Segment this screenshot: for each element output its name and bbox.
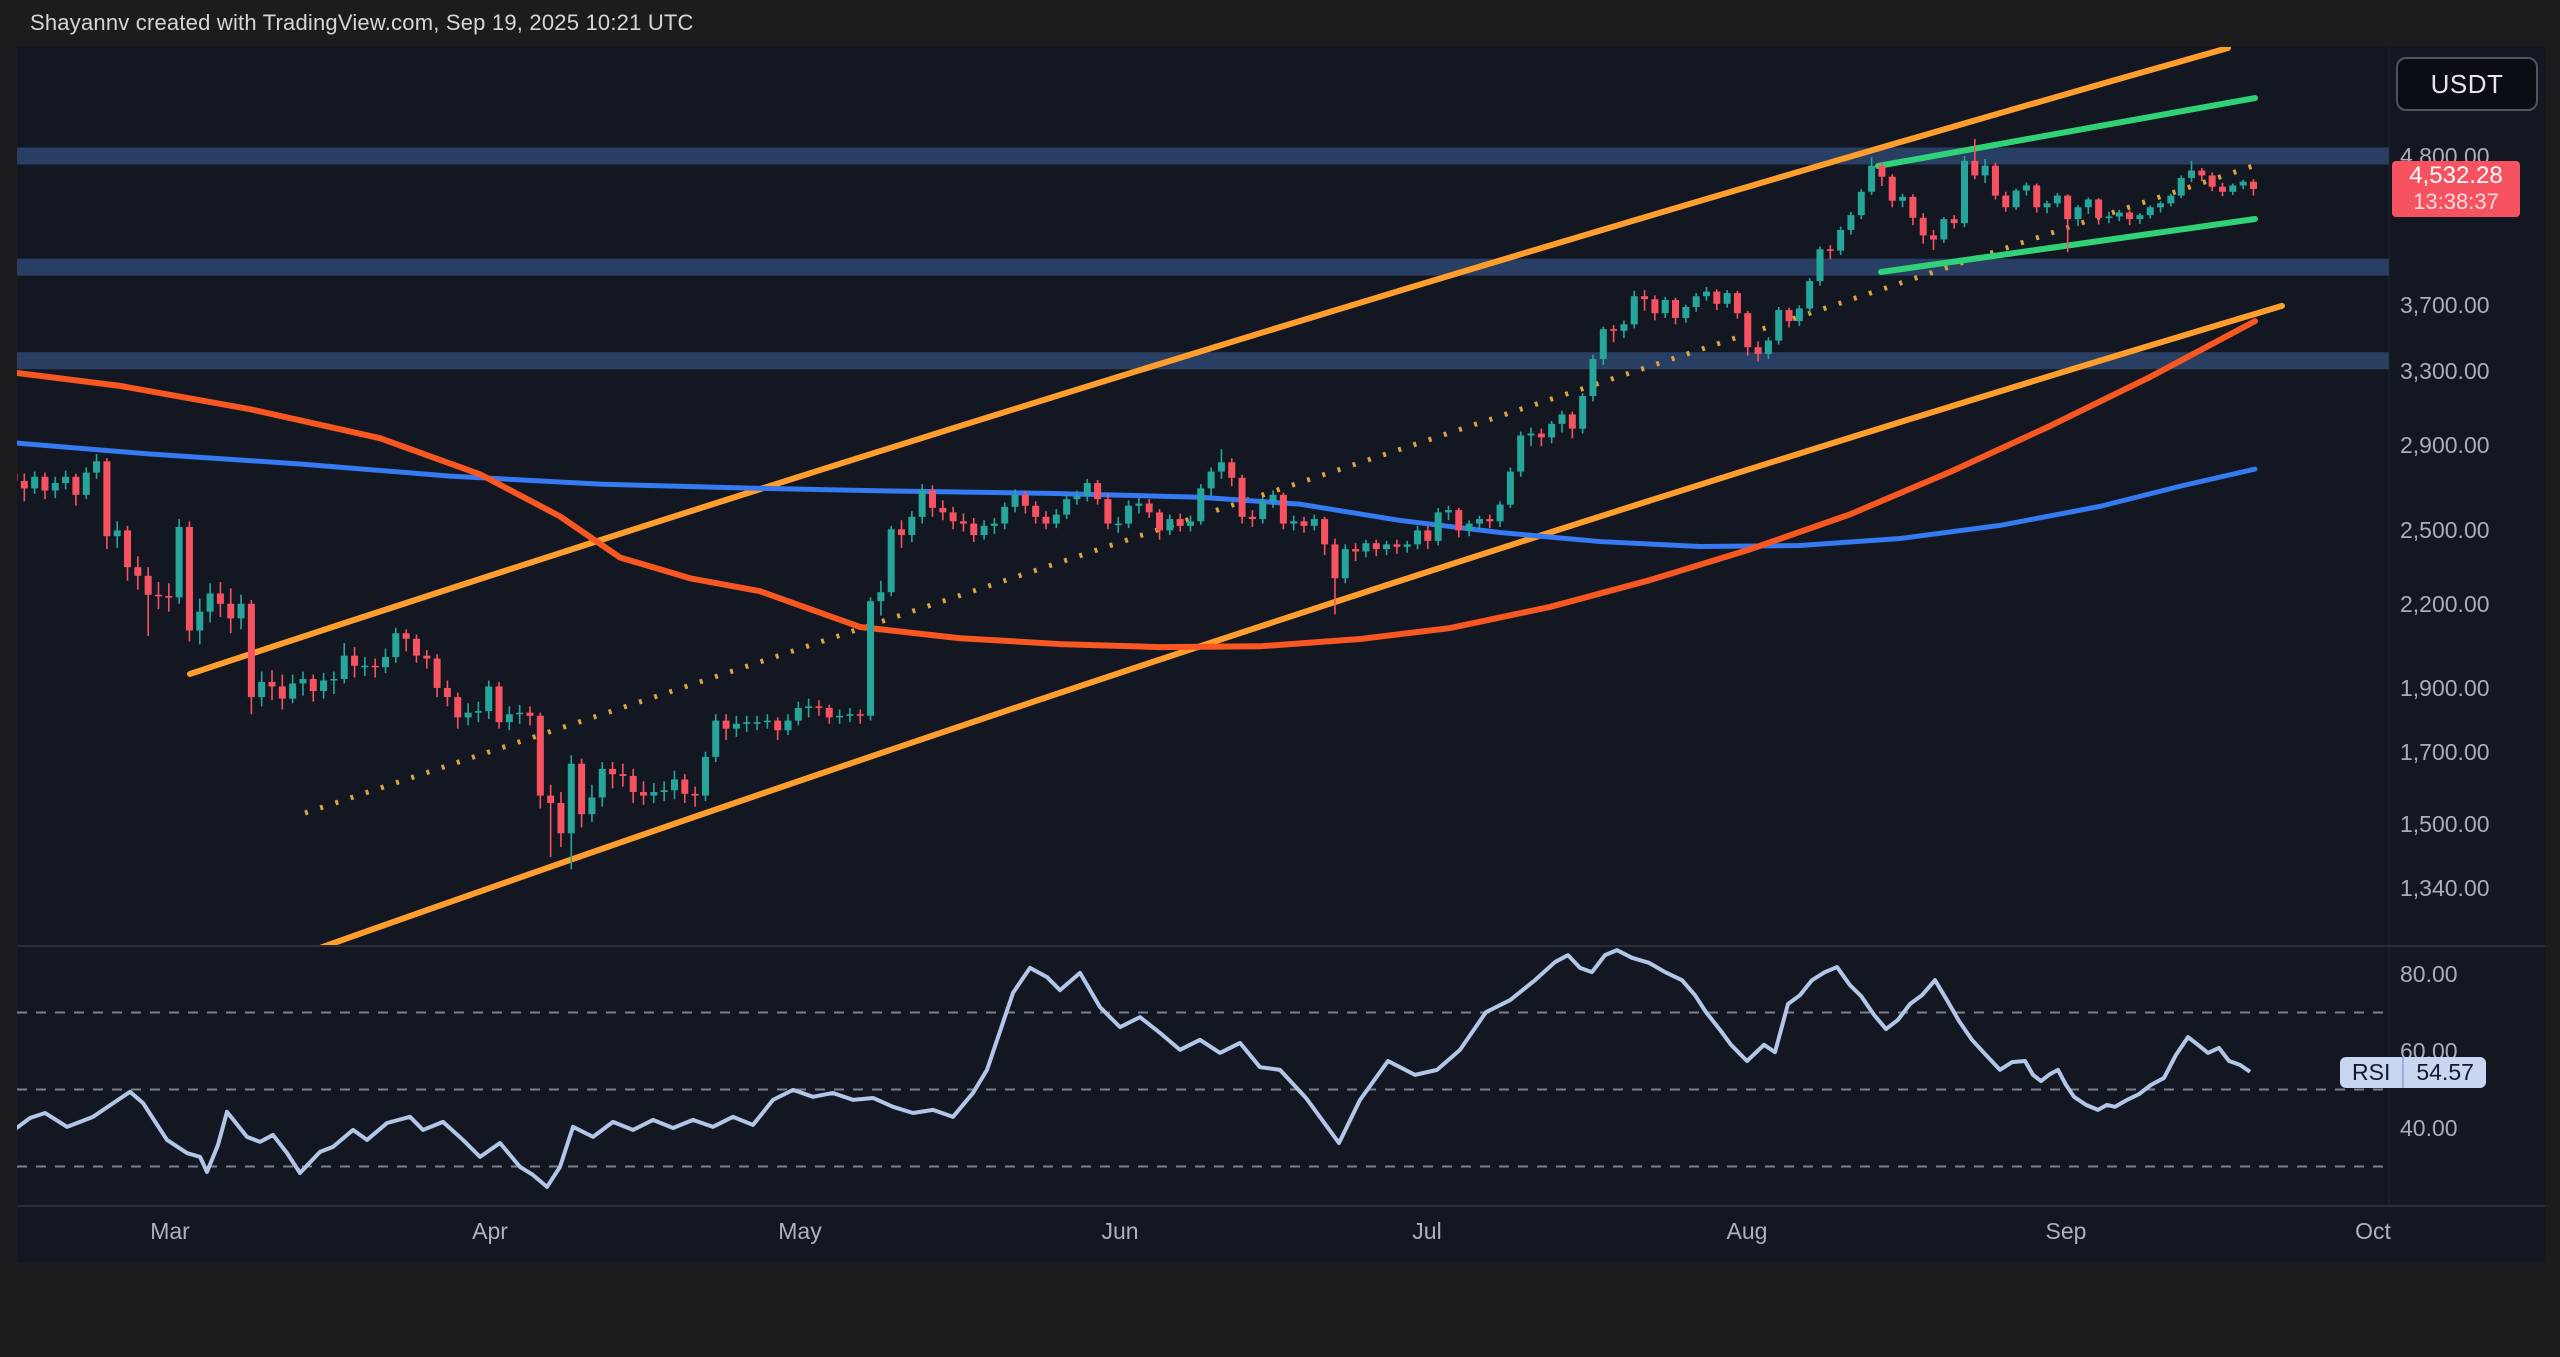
price-tick-label: 3,700.00 (2400, 293, 2540, 317)
rsi-tick-label: 80.00 (2400, 962, 2540, 986)
month-label: Jun (1101, 1218, 1138, 1245)
candlesticks (11, 139, 2257, 870)
bar-countdown: 13:38:37 (2413, 189, 2499, 215)
chart-plot[interactable] (0, 0, 2560, 1357)
price-tick-label: 3,300.00 (2400, 359, 2540, 383)
price-tick-label: 1,340.00 (2400, 876, 2540, 900)
bottom-bar: TradingView (0, 1262, 2560, 1357)
rsi-tag-value: 54.57 (2404, 1057, 2486, 1088)
month-label: Aug (1727, 1218, 1768, 1245)
support-resistance-zones (17, 148, 2389, 370)
month-label: Apr (472, 1218, 508, 1245)
price-tick-label: 2,500.00 (2400, 518, 2540, 542)
rsi-tick-label: 40.00 (2400, 1116, 2540, 1140)
month-label: Jul (1412, 1218, 1441, 1245)
month-label: Oct (2355, 1218, 2391, 1245)
price-tick-label: 1,500.00 (2400, 812, 2540, 836)
currency-toggle-button[interactable]: USDT (2396, 57, 2538, 111)
pane-separators (17, 47, 2545, 1206)
month-label: May (778, 1218, 821, 1245)
rsi-value-tag: RSI 54.57 (2340, 1057, 2486, 1088)
price-tick-label: 2,200.00 (2400, 592, 2540, 616)
last-price-tag: 4,532.28 13:38:37 (2392, 161, 2520, 217)
rsi-tag-label: RSI (2340, 1057, 2404, 1088)
tradingview-screenshot: Shayannv created with TradingView.com, S… (0, 0, 2560, 1357)
time-axis[interactable]: Mar Apr May Jun Jul Aug Sep Oct (0, 1207, 2405, 1262)
price-tick-label: 1,900.00 (2400, 676, 2540, 700)
month-label: Sep (2046, 1218, 2087, 1245)
price-tick-label: 2,900.00 (2400, 433, 2540, 457)
month-label: Mar (150, 1218, 190, 1245)
price-tick-label: 1,700.00 (2400, 740, 2540, 764)
rsi-plot (14, 950, 2389, 1187)
last-price-value: 4,532.28 (2409, 163, 2502, 189)
